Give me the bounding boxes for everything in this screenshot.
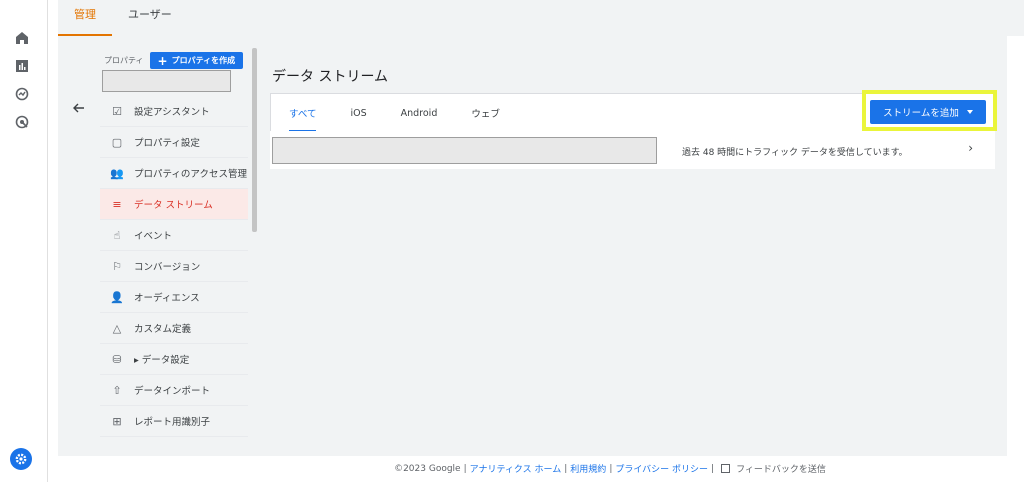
checklist-icon: ☑ — [112, 104, 122, 118]
property-header: プロパティ + プロパティを作成 — [104, 52, 244, 69]
tab-all[interactable]: すべて — [289, 94, 317, 132]
audience-icon: 👤 — [110, 290, 124, 304]
touch-icon: ☝ — [113, 228, 121, 242]
separator: | — [711, 463, 715, 474]
nav-reporting-identity[interactable]: ⊞ レポート用識別子 — [100, 406, 248, 437]
add-stream-label: ストリームを追加 — [883, 108, 959, 119]
back-arrow-icon[interactable] — [72, 101, 88, 117]
flag-icon: ⚐ — [112, 259, 122, 273]
nav-label: コンバージョン — [134, 262, 201, 273]
nav-label: ▸ データ設定 — [134, 355, 190, 366]
stream-status: 過去 48 時間にトラフィック データを受信しています。 — [682, 148, 908, 158]
upload-icon: ⇧ — [112, 383, 122, 397]
nav-property-settings[interactable]: ▢ プロパティ設定 — [100, 127, 248, 158]
nav-custom-definitions[interactable]: △ カスタム定義 — [100, 313, 248, 344]
top-tabs: 管理 ユーザー — [58, 0, 1024, 36]
nav-data-streams[interactable]: ≡ データ ストリーム — [100, 189, 248, 220]
page-title: データ ストリーム — [272, 69, 389, 85]
home-icon[interactable] — [12, 28, 32, 48]
property-selector[interactable] — [102, 70, 231, 92]
reports-icon[interactable] — [12, 56, 32, 76]
tab-web[interactable]: ウェブ — [471, 94, 500, 132]
admin-gear-icon[interactable] — [10, 448, 32, 470]
stream-name-redacted — [272, 137, 657, 164]
nav-label: オーディエンス — [134, 293, 200, 304]
database-icon: ⛁ — [112, 352, 122, 366]
add-stream-button[interactable]: ストリームを追加 — [870, 100, 986, 124]
people-icon: 👥 — [110, 166, 124, 180]
caret-down-icon — [966, 110, 973, 114]
nav-label: カスタム定義 — [134, 324, 192, 335]
create-property-label: プロパティを作成 — [171, 56, 236, 65]
property-label: プロパティ — [104, 56, 144, 65]
privacy-link[interactable]: プライバシー ポリシー — [615, 462, 708, 475]
nav-label: イベント — [134, 231, 173, 242]
nav-label: プロパティのアクセス管理 — [134, 169, 247, 180]
create-property-button[interactable]: + プロパティを作成 — [149, 52, 244, 69]
nav-audiences[interactable]: 👤 オーディエンス — [100, 282, 248, 313]
shapes-icon: △ — [112, 321, 122, 335]
plus-icon: + — [157, 53, 168, 68]
nav-events[interactable]: ☝ イベント — [100, 220, 248, 251]
nav-setup-assistant[interactable]: ☑ 設定アシスタント — [100, 96, 248, 127]
footer: ©2023 Google | アナリティクス ホーム | 利用規約 | プライバ… — [260, 462, 960, 476]
advertising-icon[interactable] — [12, 112, 32, 132]
identifier-icon: ⊞ — [112, 414, 122, 428]
platform-tabs: すべて iOS Android ウェブ — [271, 94, 500, 132]
property-nav: ☑ 設定アシスタント ▢ プロパティ設定 👥 プロパティのアクセス管理 ≡ デー… — [100, 96, 248, 437]
left-rail — [0, 0, 48, 482]
nav-label: データ ストリーム — [134, 200, 213, 211]
nav-label: データインポート — [134, 386, 211, 397]
nav-conversions[interactable]: ⚐ コンバージョン — [100, 251, 248, 282]
separator: | — [463, 463, 467, 474]
feedback-icon — [721, 464, 731, 473]
chevron-right-icon: › — [968, 141, 973, 155]
terms-link[interactable]: 利用規約 — [570, 462, 606, 475]
nav-data-import[interactable]: ⇧ データインポート — [100, 375, 248, 406]
nav-property-access[interactable]: 👥 プロパティのアクセス管理 — [100, 158, 248, 189]
nav-scrollbar[interactable] — [252, 48, 257, 232]
nav-data-settings[interactable]: ⛁ ▸ データ設定 — [100, 344, 248, 375]
tab-admin[interactable]: 管理 — [58, 6, 112, 36]
feedback-link[interactable]: フィードバックを送信 — [736, 462, 826, 475]
nav-label: 設定アシスタント — [134, 107, 210, 118]
separator: | — [609, 463, 613, 474]
stream-row[interactable]: 過去 48 時間にトラフィック データを受信しています。 › — [270, 131, 995, 169]
tab-user[interactable]: ユーザー — [112, 6, 188, 36]
nav-label: レポート用識別子 — [134, 417, 211, 428]
copyright: ©2023 Google — [394, 463, 461, 474]
streams-icon: ≡ — [112, 197, 122, 211]
analytics-home-link[interactable]: アナリティクス ホーム — [470, 462, 562, 475]
nav-label: プロパティ設定 — [134, 138, 200, 149]
separator: | — [564, 463, 568, 474]
tab-android[interactable]: Android — [401, 94, 438, 132]
tab-ios[interactable]: iOS — [350, 94, 366, 132]
window-icon: ▢ — [111, 135, 123, 149]
explore-icon[interactable] — [12, 84, 32, 104]
